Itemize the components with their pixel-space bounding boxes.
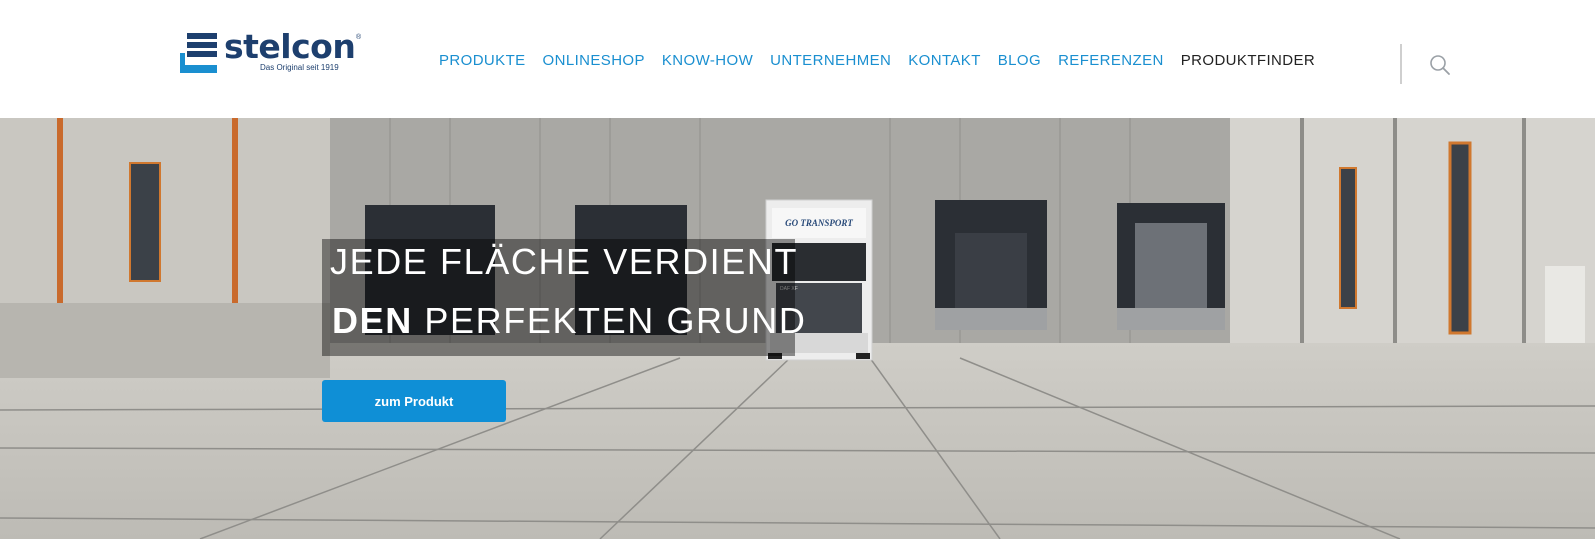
hero-headline-rest: PERFEKTEN GRUND <box>412 300 807 341</box>
nav-unternehmen[interactable]: UNTERNEHMEN <box>770 52 891 69</box>
truck-livery-text: GO TRANSPORT <box>785 218 853 228</box>
main-nav: PRODUKTE ONLINESHOP KNOW-HOW UNTERNEHMEN… <box>439 52 1332 69</box>
stelcon-logo[interactable]: stelcon ® Das Original seit 1919 <box>180 27 362 75</box>
nav-produktfinder[interactable]: PRODUKTFINDER <box>1181 52 1315 69</box>
site-header: stelcon ® Das Original seit 1919 PRODUKT… <box>0 0 1595 118</box>
logo-tagline: Das Original seit 1919 <box>260 63 339 72</box>
logo-mark-icon <box>180 33 217 73</box>
hero-headline-line-2: DEN PERFEKTEN GRUND <box>332 300 806 342</box>
nav-kontakt[interactable]: KONTAKT <box>908 52 981 69</box>
search-icon[interactable] <box>1428 53 1452 77</box>
logo-registered: ® <box>356 34 362 41</box>
hero-banner: GO TRANSPORT DAF XF JEDE FLÄCHE VERDIENT… <box>0 118 1595 539</box>
header-divider <box>1400 44 1402 84</box>
nav-onlineshop[interactable]: ONLINESHOP <box>543 52 645 69</box>
logo-wordmark: stelcon <box>224 27 356 66</box>
nav-blog[interactable]: BLOG <box>998 52 1041 69</box>
zum-produkt-button[interactable]: zum Produkt <box>322 380 506 422</box>
nav-know-how[interactable]: KNOW-HOW <box>662 52 753 69</box>
nav-produkte[interactable]: PRODUKTE <box>439 52 526 69</box>
hero-headline-line-1: JEDE FLÄCHE VERDIENT <box>330 241 799 282</box>
nav-referenzen[interactable]: REFERENZEN <box>1058 52 1164 69</box>
hero-headline-bold: DEN <box>332 300 413 341</box>
